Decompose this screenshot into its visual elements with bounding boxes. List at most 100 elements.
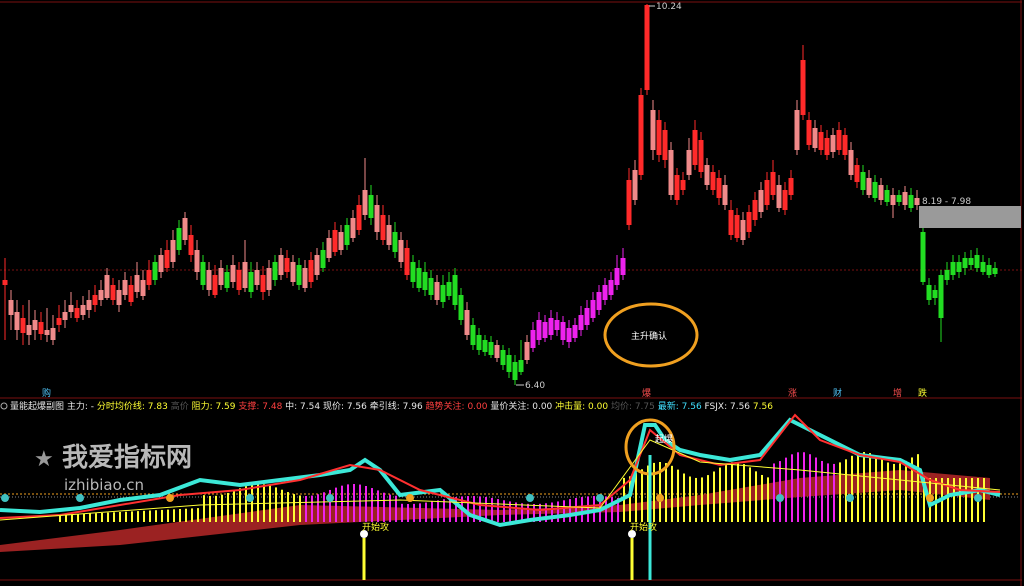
candle (566, 320, 572, 348)
candle-body (302, 268, 308, 288)
candle-body (50, 328, 56, 340)
candle (686, 138, 692, 180)
candle-body (920, 232, 926, 282)
candle-body (296, 265, 302, 285)
candle (884, 185, 890, 206)
candle-body (74, 308, 80, 318)
candle-body (776, 185, 782, 208)
candle-body (788, 178, 794, 195)
candle (98, 280, 104, 306)
candle-body (554, 320, 560, 330)
range-label: 8.19 - 7.98 (922, 197, 971, 207)
candle-body (242, 262, 248, 288)
candle (590, 292, 596, 322)
candle-body (428, 278, 434, 295)
candle (584, 300, 590, 330)
candle (812, 120, 818, 152)
candle (932, 285, 938, 305)
candle-body (146, 270, 152, 285)
candle (710, 165, 716, 195)
candle (536, 312, 542, 345)
candle-body (644, 5, 650, 90)
candle-body (404, 248, 410, 275)
candle-body (326, 238, 332, 258)
candle (2, 258, 8, 340)
candle (362, 158, 368, 220)
indicator-title: 量能起爆副图 (10, 400, 67, 412)
indicator-value: 分时均价线: 7.83 (97, 400, 171, 412)
indicator-settings-icon[interactable] (0, 402, 8, 410)
signal-dot (596, 494, 604, 502)
candle-body (368, 195, 374, 218)
candle-body (524, 342, 530, 360)
candle-body (656, 120, 662, 155)
candle-body (422, 272, 428, 290)
candle-body (452, 275, 458, 305)
candle-body (332, 230, 338, 252)
candle (866, 170, 872, 198)
candle (86, 290, 92, 318)
candle (416, 260, 422, 292)
candle-body (746, 212, 752, 232)
candle-body (860, 172, 866, 190)
candle (392, 222, 398, 258)
candle-body (470, 325, 476, 345)
axis-marker: 爆 (642, 387, 651, 399)
candle (332, 222, 338, 256)
candle (698, 132, 704, 178)
candle-body (722, 185, 728, 205)
candle (344, 218, 350, 250)
candle (980, 255, 986, 275)
candle (716, 170, 722, 205)
candle (968, 250, 974, 270)
candle (500, 345, 506, 370)
candle (368, 185, 374, 225)
candle (476, 328, 482, 355)
candle (140, 270, 146, 300)
candle-body (764, 180, 770, 205)
candle-body (224, 272, 230, 288)
candle (446, 272, 452, 300)
candle (302, 260, 308, 292)
candle (680, 172, 686, 195)
candle (860, 165, 866, 195)
candle-body (170, 240, 176, 262)
candle (8, 290, 14, 330)
candle-body (272, 262, 278, 280)
candle (74, 300, 80, 322)
candle (872, 175, 878, 202)
candle (806, 112, 812, 150)
candle-body (236, 270, 242, 290)
candle (350, 210, 356, 242)
candle (896, 190, 902, 206)
candle-body (794, 110, 800, 150)
candle-body (740, 220, 746, 240)
candle (278, 248, 284, 280)
signal-dot (246, 494, 254, 502)
candle (458, 288, 464, 325)
candle (146, 260, 152, 290)
candle (482, 335, 488, 356)
candle (284, 250, 290, 278)
candle (656, 110, 662, 162)
candle (290, 255, 296, 286)
axis-markers: 购爆涨财增跌 (42, 387, 927, 399)
candle (218, 260, 224, 290)
candle (272, 255, 278, 286)
candle-body (98, 290, 104, 300)
candle-body (398, 240, 404, 262)
candle (434, 275, 440, 305)
candle (578, 306, 584, 336)
candle-body (164, 250, 170, 268)
candle-body (134, 275, 140, 292)
indicator-value: 最新: 7.56 (658, 400, 705, 412)
candle (422, 262, 428, 296)
candle (116, 280, 122, 312)
candle-body (572, 325, 578, 338)
candle-body (344, 225, 350, 245)
candle (674, 168, 680, 205)
candle (920, 225, 926, 285)
candle (380, 205, 386, 245)
candle-body (284, 258, 290, 272)
candle-body (512, 362, 518, 380)
